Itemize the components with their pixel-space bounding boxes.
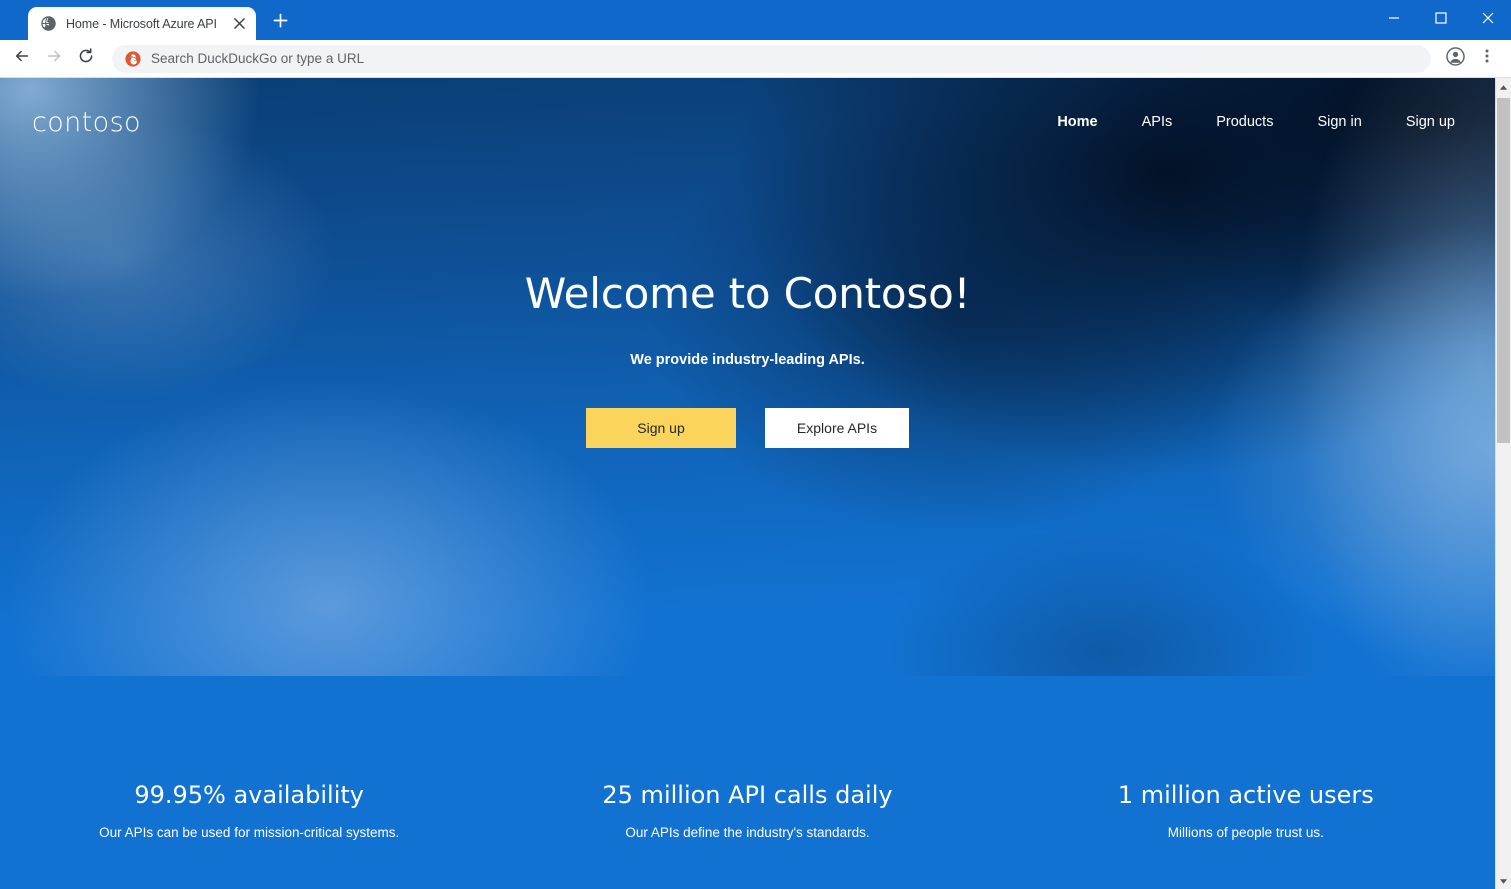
minimize-button[interactable]	[1370, 0, 1417, 40]
scroll-down-arrow-icon	[1499, 872, 1508, 889]
maximize-icon	[1434, 11, 1447, 29]
hero-subtitle: We provide industry-leading APIs.	[630, 352, 865, 369]
developer-portal-page: contoso Home APIs Products Sign in Sign …	[0, 78, 1495, 889]
close-icon[interactable]	[230, 15, 248, 33]
plus-icon	[273, 13, 288, 33]
maximize-button[interactable]	[1417, 0, 1464, 40]
tab-title: Home - Microsoft Azure API Man	[66, 16, 221, 31]
forward-button[interactable]	[38, 43, 70, 75]
page-viewport: contoso Home APIs Products Sign in Sign …	[0, 78, 1511, 889]
scroll-up-arrow-icon	[1499, 78, 1508, 96]
site-header: contoso Home APIs Products Sign in Sign …	[0, 78, 1495, 166]
nav-item-sign-up[interactable]: Sign up	[1406, 108, 1455, 136]
duckduckgo-icon	[124, 50, 141, 67]
nav-item-sign-in[interactable]: Sign in	[1317, 108, 1361, 136]
close-icon	[1482, 11, 1494, 29]
scroll-down-button[interactable]	[1496, 872, 1511, 889]
explore-apis-button[interactable]: Explore APIs	[765, 408, 909, 449]
browser-menu-button[interactable]	[1471, 43, 1503, 75]
nav-item-products[interactable]: Products	[1216, 108, 1273, 136]
address-bar-text: Search DuckDuckGo or type a URL	[151, 51, 365, 66]
browser-toolbar: Search DuckDuckGo or type a URL	[0, 40, 1511, 78]
browser-tab[interactable]: Home - Microsoft Azure API Man	[28, 7, 256, 40]
browser-titlebar: Home - Microsoft Azure API Man	[0, 0, 1511, 40]
forward-arrow-icon	[45, 47, 63, 70]
reload-icon	[77, 47, 95, 70]
three-dots-menu-icon	[1479, 48, 1495, 69]
window-controls	[1370, 0, 1511, 40]
address-bar[interactable]: Search DuckDuckGo or type a URL	[112, 44, 1431, 73]
reload-button[interactable]	[70, 43, 102, 75]
scroll-up-button[interactable]	[1496, 78, 1511, 95]
site-logo[interactable]: contoso	[32, 107, 141, 138]
hero-actions: Sign up Explore APIs	[586, 408, 909, 449]
nav-item-home[interactable]: Home	[1057, 108, 1097, 136]
minimize-icon	[1388, 11, 1400, 29]
browser-window: Home - Microsoft Azure API Man	[0, 0, 1511, 889]
profile-avatar-icon	[1445, 46, 1465, 71]
hero-content: Welcome to Contoso! We provide industry-…	[0, 78, 1495, 889]
scrollbar-thumb[interactable]	[1497, 98, 1510, 443]
profile-button[interactable]	[1439, 43, 1471, 75]
page-scrollbar[interactable]	[1495, 78, 1511, 889]
nav-item-apis[interactable]: APIs	[1142, 108, 1173, 136]
new-tab-button[interactable]	[265, 8, 295, 38]
sign-up-button[interactable]: Sign up	[586, 408, 736, 449]
back-button[interactable]	[6, 43, 38, 75]
back-arrow-icon	[13, 47, 31, 70]
window-close-button[interactable]	[1464, 0, 1511, 40]
main-navigation: Home APIs Products Sign in Sign up	[1057, 108, 1455, 136]
globe-icon	[40, 15, 57, 32]
page-title: Welcome to Contoso!	[524, 269, 971, 318]
